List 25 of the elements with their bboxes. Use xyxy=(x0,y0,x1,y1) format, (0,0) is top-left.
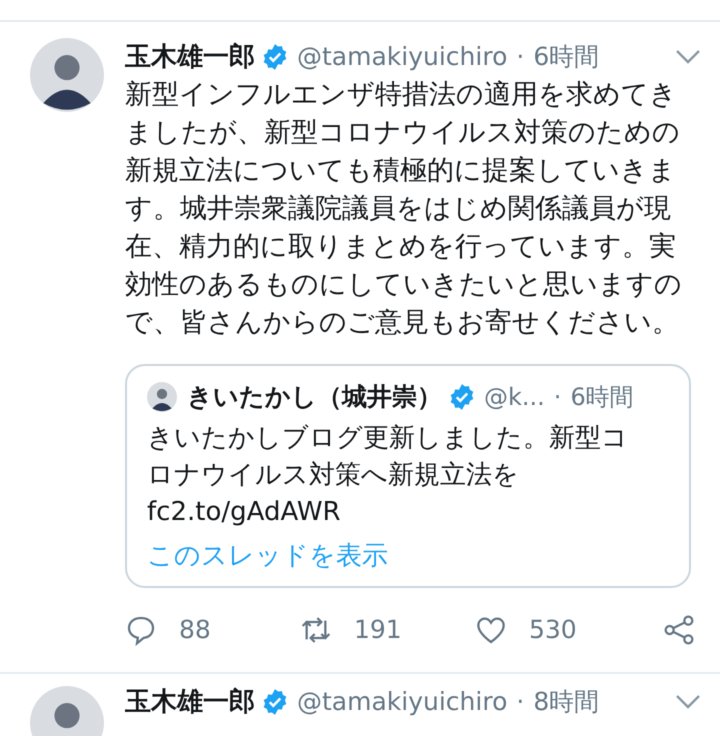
tweet-link[interactable]: fc2.to/gAdAWR xyxy=(147,497,341,527)
user-handle: @tamakiyuichiro xyxy=(297,41,508,74)
user-handle: @tamakiyuichiro xyxy=(297,686,508,718)
quoted-tweet-card[interactable]: きいたかし（城井崇） @k... · 6時間 きいたかしブログ更新しました。新型コロナウイルス対策へ新規立法を fc2.to/gAdAWR このスレッドを表示 xyxy=(125,364,691,588)
avatar[interactable] xyxy=(30,38,104,112)
user-name[interactable]: 玉木雄一郎 xyxy=(125,38,255,76)
separator-dot: · xyxy=(554,382,562,413)
separator-dot: · xyxy=(516,41,524,74)
tweet-text: 新型インフルエンザ特措法の適用を求めてきましたが、新型コロナウイルス対策のための新規立法についても積極的に提案していきます。城井崇衆議院議員をはじめ関係議員が現在、精力的に取りまとめを行っています。実効性のあるものにしていきたいと思いますので、皆さんからのご意見もお寄せください。 xyxy=(125,78,683,340)
user-handle: @k... xyxy=(484,382,545,413)
quoted-tweet-text: きいたかしブログ更新しました。新型コロナウイルス対策へ新規立法を fc2.to/gAdAWR xyxy=(147,422,629,529)
separator-dot: · xyxy=(516,686,524,718)
reply-icon[interactable] xyxy=(125,614,157,646)
action-count: 88 xyxy=(179,614,211,646)
post-time: 6時間 xyxy=(570,382,634,413)
share-icon[interactable] xyxy=(663,614,695,646)
post-time: 6時間 xyxy=(533,41,600,74)
action-count: 530 xyxy=(529,614,577,646)
user-name[interactable]: きいたかし（城井崇） xyxy=(187,378,442,416)
post-time: 8時間 xyxy=(533,686,600,718)
avatar[interactable] xyxy=(147,382,177,412)
action-count: 191 xyxy=(354,614,402,646)
chevron-down-icon[interactable] xyxy=(675,49,701,65)
user-name[interactable]: 玉木雄一郎 xyxy=(125,682,255,722)
chevron-down-icon[interactable] xyxy=(675,694,701,710)
